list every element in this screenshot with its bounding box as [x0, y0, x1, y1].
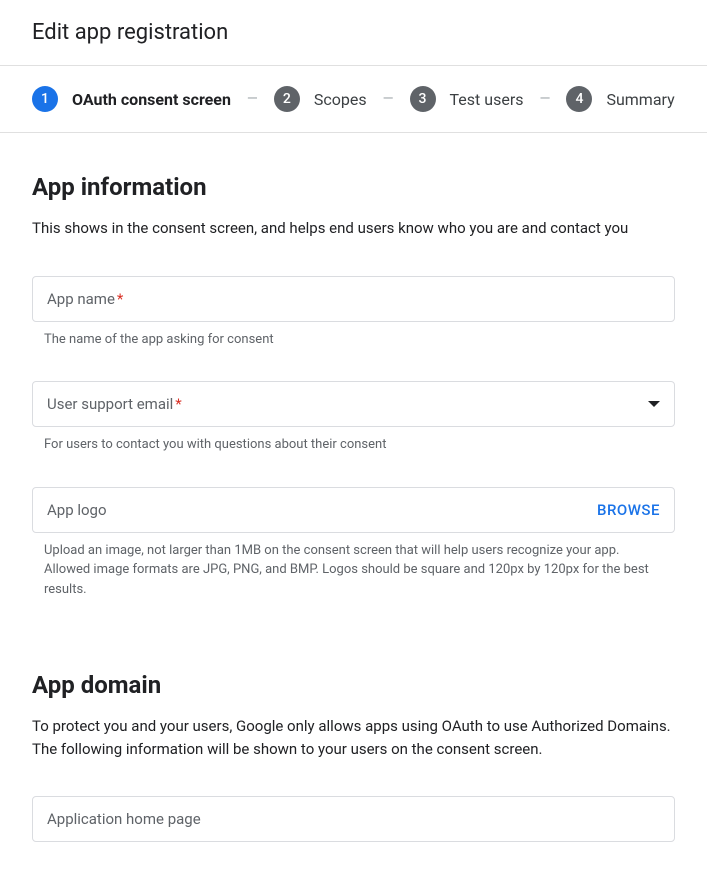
step-circle-4: 4	[566, 86, 592, 112]
app-logo-input[interactable]: App logo BROWSE	[32, 487, 675, 533]
step-scopes[interactable]: 2 Scopes	[274, 86, 367, 112]
step-circle-1: 1	[32, 86, 58, 112]
app-domain-desc: To protect you and your users, Google on…	[32, 715, 675, 760]
step-connector: —	[243, 91, 262, 107]
page-title: Edit app registration	[0, 0, 707, 65]
step-test-users[interactable]: 3 Test users	[410, 86, 524, 112]
step-label-4: Summary	[606, 90, 674, 109]
app-logo-label: App logo	[47, 501, 107, 519]
support-email-helper: For users to contact you with questions …	[32, 435, 675, 455]
required-asterisk: *	[175, 395, 181, 413]
app-logo-helper: Upload an image, not larger than 1MB on …	[32, 541, 675, 600]
app-domain-heading: App domain	[32, 671, 675, 699]
stepper: 1 OAuth consent screen — 2 Scopes — 3 Te…	[0, 66, 707, 132]
step-circle-2: 2	[274, 86, 300, 112]
support-email-label-text: User support email	[47, 395, 173, 413]
app-name-field-wrap: App name* The name of the app asking for…	[32, 276, 675, 350]
step-label-1: OAuth consent screen	[72, 90, 231, 109]
required-asterisk: *	[117, 290, 123, 308]
app-name-label-text: App name	[47, 290, 115, 308]
home-page-field-wrap: Application home page	[32, 796, 675, 842]
browse-button[interactable]: BROWSE	[597, 501, 660, 519]
chevron-down-icon	[648, 401, 660, 407]
step-label-2: Scopes	[314, 90, 367, 109]
app-logo-field-wrap: App logo BROWSE Upload an image, not lar…	[32, 487, 675, 600]
step-connector: —	[536, 91, 555, 107]
step-label-3: Test users	[450, 90, 524, 109]
home-page-label: Application home page	[47, 810, 201, 828]
app-info-heading: App information	[32, 173, 675, 201]
support-email-select[interactable]: User support email*	[32, 381, 675, 427]
home-page-input[interactable]: Application home page	[32, 796, 675, 842]
step-summary[interactable]: 4 Summary	[566, 86, 674, 112]
support-email-field-wrap: User support email* For users to contact…	[32, 381, 675, 455]
support-email-label: User support email*	[47, 395, 182, 413]
step-connector: —	[379, 91, 398, 107]
step-oauth-consent[interactable]: 1 OAuth consent screen	[32, 86, 231, 112]
app-name-label: App name*	[47, 290, 123, 308]
content: App information This shows in the consen…	[0, 133, 707, 894]
step-circle-3: 3	[410, 86, 436, 112]
app-name-input[interactable]: App name*	[32, 276, 675, 322]
app-info-desc: This shows in the consent screen, and he…	[32, 217, 675, 240]
app-name-helper: The name of the app asking for consent	[32, 330, 675, 350]
